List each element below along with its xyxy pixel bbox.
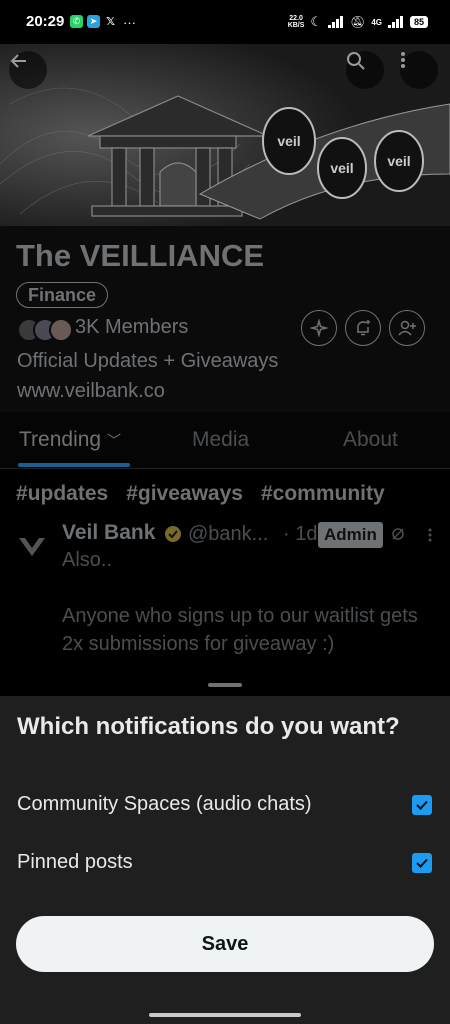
community-spaces-checkbox[interactable] bbox=[412, 795, 432, 815]
hashtag-row: #updates #giveaways #community bbox=[16, 482, 385, 506]
bell-plus-icon bbox=[357, 320, 370, 336]
category-chip[interactable]: Finance bbox=[16, 282, 109, 308]
sheet-drag-handle[interactable] bbox=[208, 683, 242, 687]
community-website-link[interactable]: www.veilbank.co bbox=[17, 380, 165, 403]
sheet-title: Which notifications do you want? bbox=[17, 713, 400, 740]
whatsapp-icon: ✆ bbox=[70, 15, 83, 28]
option-pinned-posts-label[interactable]: Pinned posts bbox=[17, 851, 133, 874]
tab-media[interactable]: Media bbox=[192, 428, 249, 452]
tab-about[interactable]: About bbox=[343, 428, 398, 452]
x-app-icon: 𝕏 bbox=[104, 15, 117, 28]
post-more-icon[interactable] bbox=[428, 528, 432, 542]
svg-text:veil: veil bbox=[330, 160, 353, 176]
signal-icon-2 bbox=[387, 16, 403, 28]
dnd-moon-icon: ☾ bbox=[310, 14, 323, 29]
hashtag-chip[interactable]: #updates bbox=[16, 482, 108, 506]
checkmark-icon bbox=[416, 800, 428, 810]
hashtag-chip[interactable]: #giveaways bbox=[126, 482, 243, 506]
member-count[interactable]: 3K Members bbox=[75, 316, 188, 339]
back-button[interactable] bbox=[9, 51, 47, 89]
option-community-spaces-label[interactable]: Community Spaces (audio chats) bbox=[17, 793, 312, 816]
member-avatars[interactable] bbox=[17, 318, 73, 342]
admin-badge: Admin bbox=[318, 522, 383, 548]
community-title: The VEILLIANCE bbox=[16, 238, 265, 273]
telegram-icon: ➤ bbox=[87, 15, 100, 28]
tab-trending[interactable]: Trending ﹀ bbox=[19, 428, 121, 452]
notification-icons: ✆ ➤ 𝕏 ··· bbox=[70, 15, 136, 30]
net-speed: 22.0 KB/S bbox=[287, 15, 305, 29]
post-text[interactable]: Also.. Anyone who signs up to our waitli… bbox=[62, 546, 432, 658]
notifications-button[interactable] bbox=[345, 310, 381, 346]
post-author-handle[interactable]: @bank... bbox=[188, 523, 268, 546]
post-author-name[interactable]: Veil Bank bbox=[62, 521, 155, 545]
status-bar: 20:29 ✆ ➤ 𝕏 ··· 22.0 KB/S ☾ 🔕︎ 4G 85 bbox=[0, 0, 450, 44]
grok-summary-button[interactable] bbox=[301, 310, 337, 346]
search-button[interactable] bbox=[346, 51, 384, 89]
community-description: Official Updates + Giveaways bbox=[17, 350, 279, 372]
mute-bell-icon: 🔕︎ bbox=[350, 15, 366, 29]
avatar bbox=[49, 318, 73, 342]
more-vertical-icon bbox=[401, 52, 405, 68]
community-banner: veil veil veil bbox=[0, 44, 450, 226]
pin-icon bbox=[392, 528, 404, 540]
more-notifications-icon: ··· bbox=[123, 15, 136, 30]
more-options-button[interactable] bbox=[400, 51, 438, 89]
network-type: 4G bbox=[371, 17, 382, 27]
status-right: 22.0 KB/S ☾ 🔕︎ 4G 85 bbox=[288, 14, 428, 30]
add-user-icon bbox=[398, 320, 416, 336]
checkmark-icon bbox=[416, 858, 428, 868]
post-time: · 1d bbox=[283, 523, 318, 545]
battery-icon: 85 bbox=[409, 16, 428, 28]
save-button[interactable]: Save bbox=[16, 916, 434, 972]
sparkle-icon bbox=[310, 319, 328, 337]
hashtag-chip[interactable]: #community bbox=[261, 482, 385, 506]
svg-text:veil: veil bbox=[387, 153, 410, 169]
invite-member-button[interactable] bbox=[389, 310, 425, 346]
svg-text:veil: veil bbox=[277, 133, 300, 149]
status-time: 20:29 bbox=[26, 13, 65, 30]
signal-icon bbox=[328, 16, 344, 28]
back-arrow-icon bbox=[10, 54, 26, 68]
post-author-avatar[interactable] bbox=[16, 530, 48, 562]
active-tab-indicator bbox=[18, 463, 130, 467]
search-icon bbox=[347, 52, 365, 70]
pinned-posts-checkbox[interactable] bbox=[412, 853, 432, 873]
gesture-nav-bar[interactable] bbox=[149, 1013, 301, 1017]
verified-badge-icon bbox=[165, 526, 181, 542]
chevron-down-icon: ﹀ bbox=[106, 432, 121, 449]
